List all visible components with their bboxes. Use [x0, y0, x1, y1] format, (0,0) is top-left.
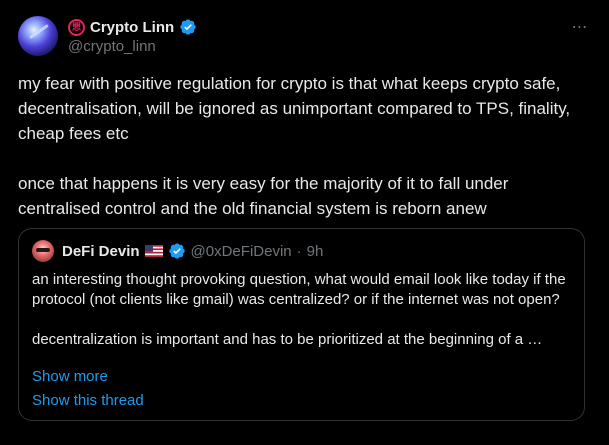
tweet-paragraph: my fear with positive regulation for cry… [18, 74, 571, 143]
author-avatar[interactable] [18, 16, 58, 56]
more-options-icon[interactable]: ⋯ [569, 18, 591, 36]
verified-badge-icon [168, 243, 185, 259]
quoted-tweet-paragraph: an interesting thought provoking questio… [32, 271, 566, 308]
show-more-link[interactable]: Show more [32, 368, 108, 385]
separator-dot: · [296, 242, 302, 260]
show-thread-link[interactable]: Show this thread [32, 392, 144, 409]
quoted-tweet-header: DeFi Devin @0xDeFiDevin · 9h [32, 240, 324, 262]
tweet-card[interactable]: 愳 Crypto Linn @crypto_linn ⋯ my fear wit… [0, 0, 609, 445]
quoted-tweet-timestamp[interactable]: 9h [307, 243, 324, 260]
tweet-paragraph: once that happens it is very easy for th… [18, 174, 509, 218]
author-name-row: 愳 Crypto Linn [68, 17, 197, 37]
author-handle[interactable]: @crypto_linn [68, 38, 156, 55]
quoted-author-handle: @0xDeFiDevin [190, 242, 292, 260]
quoted-author-avatar [32, 240, 54, 262]
us-flag-icon [144, 245, 163, 257]
quoted-tweet-paragraph: decentralization is important and has to… [32, 331, 543, 348]
quoted-tweet-text: an interesting thought provoking questio… [32, 270, 572, 350]
author-display-name[interactable]: Crypto Linn [90, 19, 174, 36]
tweet-header: 愳 Crypto Linn @crypto_linn ⋯ [18, 16, 591, 60]
quoted-tweet[interactable]: DeFi Devin @0xDeFiDevin · 9h an interest… [18, 228, 585, 421]
tweet-text: my fear with positive regulation for cry… [18, 71, 593, 221]
verified-badge-icon [180, 19, 196, 35]
seal-icon: 愳 [68, 18, 85, 36]
quoted-author-display-name: DeFi Devin [62, 242, 140, 260]
